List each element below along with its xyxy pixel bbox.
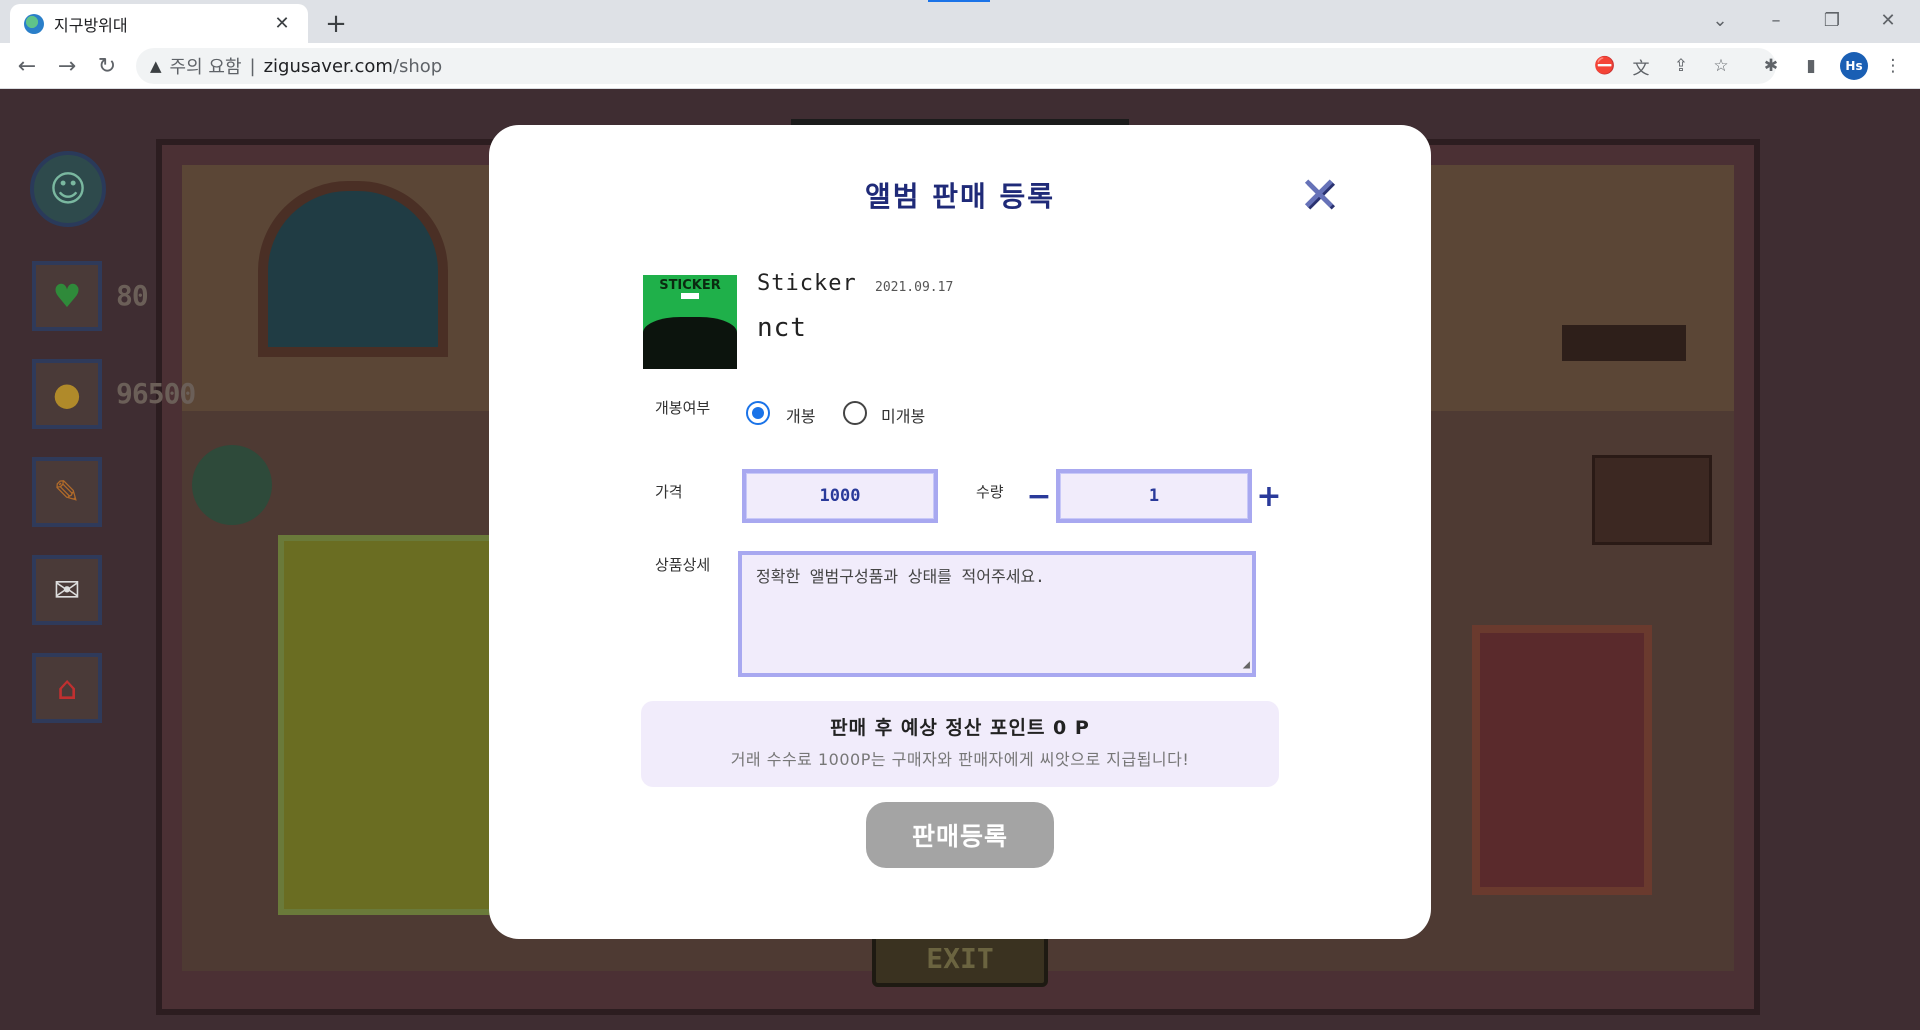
album-artist: nct xyxy=(757,313,807,343)
red-rug xyxy=(1472,625,1652,895)
restore-icon[interactable]: ❐ xyxy=(1804,4,1860,36)
quantity-minus-button[interactable]: − xyxy=(1025,479,1053,514)
close-x-icon[interactable]: ✕ xyxy=(1297,167,1341,223)
browser-tab[interactable]: 지구방위대 ✕ xyxy=(10,4,308,43)
share-icon[interactable]: ⇪ xyxy=(1670,55,1692,77)
blocked-popup-icon[interactable]: ⛔ xyxy=(1594,55,1616,77)
radio-unopened-label[interactable]: 미개봉 xyxy=(881,403,925,427)
pencil-icon[interactable]: ✎ xyxy=(32,457,102,527)
browser-tab-bar: 지구방위대 ✕ + ⌄ – ❐ ✕ xyxy=(0,0,1920,43)
settlement-summary: 판매 후 예상 정산 포인트 0 P 거래 수수료 1000P는 구매자와 판매… xyxy=(641,701,1279,787)
minimize-icon[interactable]: – xyxy=(1748,4,1804,36)
mail-icon[interactable]: ✉ xyxy=(32,555,102,625)
quantity-plus-button[interactable]: + xyxy=(1255,479,1283,514)
tab-title: 지구방위대 xyxy=(54,15,128,35)
sprout-icon[interactable]: ♥ xyxy=(32,261,102,331)
album-cover-image: STICKER xyxy=(643,275,737,369)
extensions-puzzle-icon[interactable]: ✱ xyxy=(1760,55,1782,77)
radio-opened-label[interactable]: 개봉 xyxy=(786,403,815,427)
potted-plant xyxy=(192,445,272,525)
warning-triangle-icon: ▲ xyxy=(150,57,162,75)
coin-count: 96500 xyxy=(116,377,196,410)
browser-toolbar: ← → ↻ ▲ 주의 요함 | zigusaver.com/shop ⛔ 文 ⇪… xyxy=(0,43,1920,89)
tab-close-icon[interactable]: ✕ xyxy=(270,12,294,36)
forward-arrow-icon[interactable]: → xyxy=(50,49,84,83)
register-sale-button[interactable]: 판매등록 xyxy=(866,802,1054,868)
expected-points-text: 판매 후 예상 정산 포인트 0 P xyxy=(830,717,1090,739)
tab-search-chevron-icon[interactable]: ⌄ xyxy=(1692,4,1748,36)
cabinet xyxy=(1592,455,1712,545)
home-icon[interactable]: ⌂ xyxy=(32,653,102,723)
album-sell-modal: 앨범 판매 등록 ✕ STICKER Sticker 2021.09.17 nc… xyxy=(489,125,1431,939)
album-cover-barcode xyxy=(681,293,699,299)
sprout-count: 80 xyxy=(116,279,149,312)
wall-shelf xyxy=(1562,325,1686,361)
security-warning-text: 주의 요함 xyxy=(169,57,242,78)
detail-textarea[interactable]: 정확한 앨범구성품과 상태를 적어주세요. ◢ xyxy=(738,551,1256,677)
address-separator: | xyxy=(249,55,256,77)
tab-strip-accent xyxy=(928,0,990,2)
album-release-date: 2021.09.17 xyxy=(875,280,954,295)
window-close-icon[interactable]: ✕ xyxy=(1860,4,1916,36)
side-panel-icon[interactable]: ▮ xyxy=(1800,55,1822,77)
price-input[interactable]: 1000 xyxy=(742,469,938,523)
radio-opened[interactable] xyxy=(746,401,770,425)
url-host: zigusaver.com xyxy=(263,55,393,77)
translate-icon[interactable]: 文 xyxy=(1630,55,1652,79)
url-path: /shop xyxy=(392,55,443,77)
modal-title: 앨범 판매 등록 xyxy=(864,180,1056,213)
album-cover-silhouettes xyxy=(643,317,737,369)
url-text: zigusaver.com/shop xyxy=(264,56,443,77)
arched-window xyxy=(258,181,448,357)
menu-kebab-icon[interactable]: ⋮ xyxy=(1882,55,1904,77)
radio-unopened[interactable] xyxy=(843,401,867,425)
opened-label: 개봉여부 xyxy=(655,399,711,417)
bookmark-star-icon[interactable]: ☆ xyxy=(1710,55,1732,77)
quantity-label: 수량 xyxy=(976,483,1004,501)
coin-icon[interactable]: ● xyxy=(32,359,102,429)
player-avatar[interactable]: ☺ xyxy=(30,151,106,227)
album-cover-text: STICKER xyxy=(659,278,721,293)
album-name: Sticker xyxy=(757,271,857,296)
reload-icon[interactable]: ↻ xyxy=(90,49,124,83)
new-tab-button[interactable]: + xyxy=(320,8,352,40)
profile-avatar[interactable]: Hs xyxy=(1840,52,1868,80)
resize-grip-icon[interactable]: ◢ xyxy=(1243,657,1250,671)
address-bar[interactable]: ▲ 주의 요함 | zigusaver.com/shop xyxy=(136,48,1776,84)
quantity-input[interactable]: 1 xyxy=(1056,469,1252,523)
price-label: 가격 xyxy=(655,483,683,501)
detail-label: 상품상세 xyxy=(655,556,711,574)
globe-favicon-icon xyxy=(24,13,44,34)
fee-notice-text: 거래 수수료 1000P는 구매자와 판매자에게 씨앗으로 지급됩니다! xyxy=(730,750,1190,769)
back-arrow-icon[interactable]: ← xyxy=(10,49,44,83)
detail-placeholder: 정확한 앨범구성품과 상태를 적어주세요. xyxy=(756,567,1045,586)
